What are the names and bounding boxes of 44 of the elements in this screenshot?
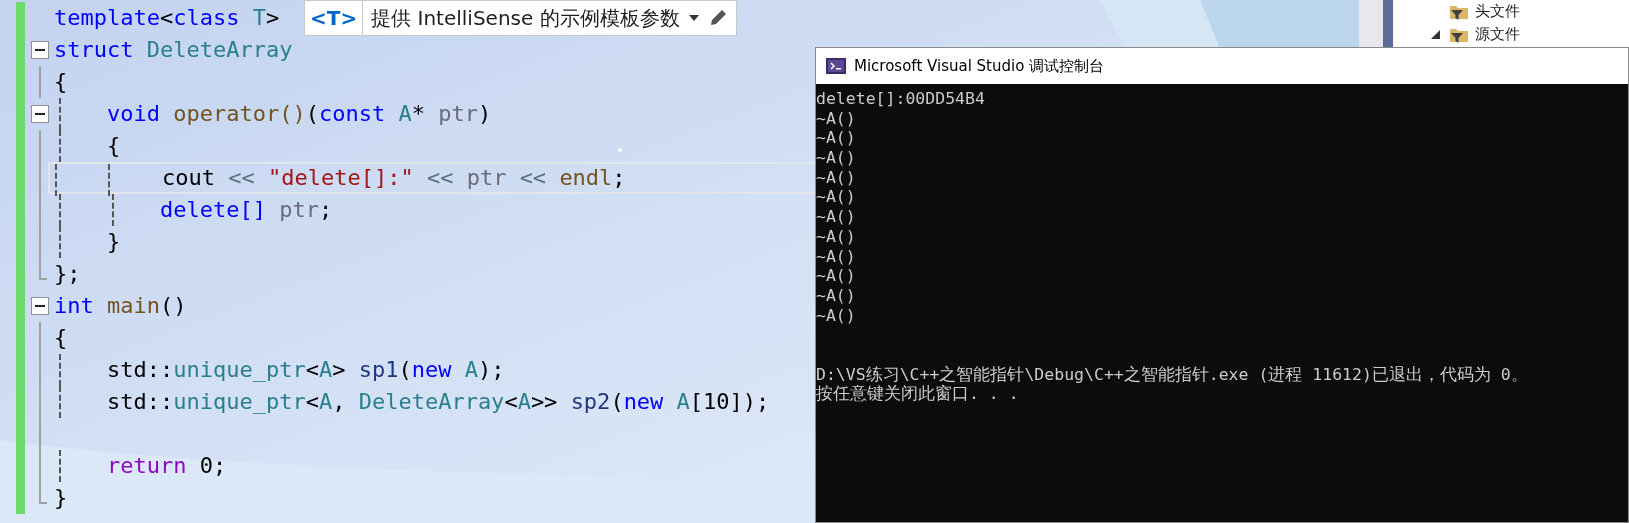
console-output-line: D:\VS练习\C++之智能指针\Debug\C++之智能指针.exe (进程 11612)已退出，代码为 0。 bbox=[816, 364, 1529, 384]
console-output-line: ~A() bbox=[816, 187, 857, 208]
console-output-line: ~A() bbox=[816, 285, 857, 306]
outline-line bbox=[39, 66, 41, 98]
tree-item[interactable]: 头文件 bbox=[1475, 2, 1520, 21]
code-line: { bbox=[54, 69, 68, 94]
code-line: { bbox=[105, 133, 121, 158]
code-line: template<class T> bbox=[54, 5, 280, 30]
code-line: std::unique_ptr<A> sp1(new A); bbox=[105, 357, 505, 382]
console-output-line: ~A() bbox=[816, 226, 857, 247]
console-output-line: ~A() bbox=[816, 148, 857, 168]
code-line: return 0; bbox=[105, 453, 227, 478]
tree-item[interactable]: 源文件 bbox=[1475, 25, 1520, 44]
console-output-line: ~A() bbox=[816, 305, 857, 326]
console-output-line: delete[]:00DD54B4 bbox=[816, 89, 986, 109]
code-line: int main() bbox=[54, 293, 187, 318]
console-output-line: ~A() bbox=[816, 108, 857, 129]
console-app-icon bbox=[826, 58, 846, 74]
console-output-line: ~A() bbox=[816, 128, 857, 149]
code-line: void operator()(const A* ptr) bbox=[105, 101, 492, 126]
template-parameter-label: <T> bbox=[305, 1, 364, 35]
console-output-line: ~A() bbox=[816, 266, 857, 286]
code-line: cout << "delete[]:" << ptr << endl; bbox=[160, 165, 626, 190]
outline-end-line bbox=[39, 258, 47, 280]
window-title: Microsoft Visual Studio 调试控制台 bbox=[854, 56, 1105, 76]
tooltip-text: 提供 IntelliSense 的示例模板参数 bbox=[371, 4, 680, 32]
collapse-button[interactable] bbox=[31, 41, 49, 59]
scrollbar[interactable] bbox=[1359, 0, 1383, 47]
console-output-line: ~A() bbox=[816, 207, 857, 227]
code-line: struct DeleteArray bbox=[54, 37, 293, 62]
collapse-button[interactable] bbox=[31, 297, 49, 315]
code-line: { bbox=[54, 325, 68, 350]
console-output-line: 按任意键关闭此窗口. . . bbox=[816, 384, 1020, 404]
collapse-button[interactable] bbox=[31, 105, 49, 123]
code-line: } bbox=[54, 485, 68, 510]
console-output-line: ~A() bbox=[816, 246, 857, 267]
caret-icon[interactable] bbox=[687, 14, 700, 22]
expanded-arrow-icon[interactable] bbox=[1431, 30, 1440, 39]
outline-end-line bbox=[39, 482, 47, 504]
code-line: }; bbox=[54, 261, 81, 286]
code-line: delete[] ptr; bbox=[158, 197, 333, 222]
code-line: std::unique_ptr<A, DeleteArray<A>> sp2(new A[10]); bbox=[105, 389, 770, 414]
console-output-line: ~A() bbox=[816, 167, 857, 188]
code-line: } bbox=[105, 229, 121, 254]
